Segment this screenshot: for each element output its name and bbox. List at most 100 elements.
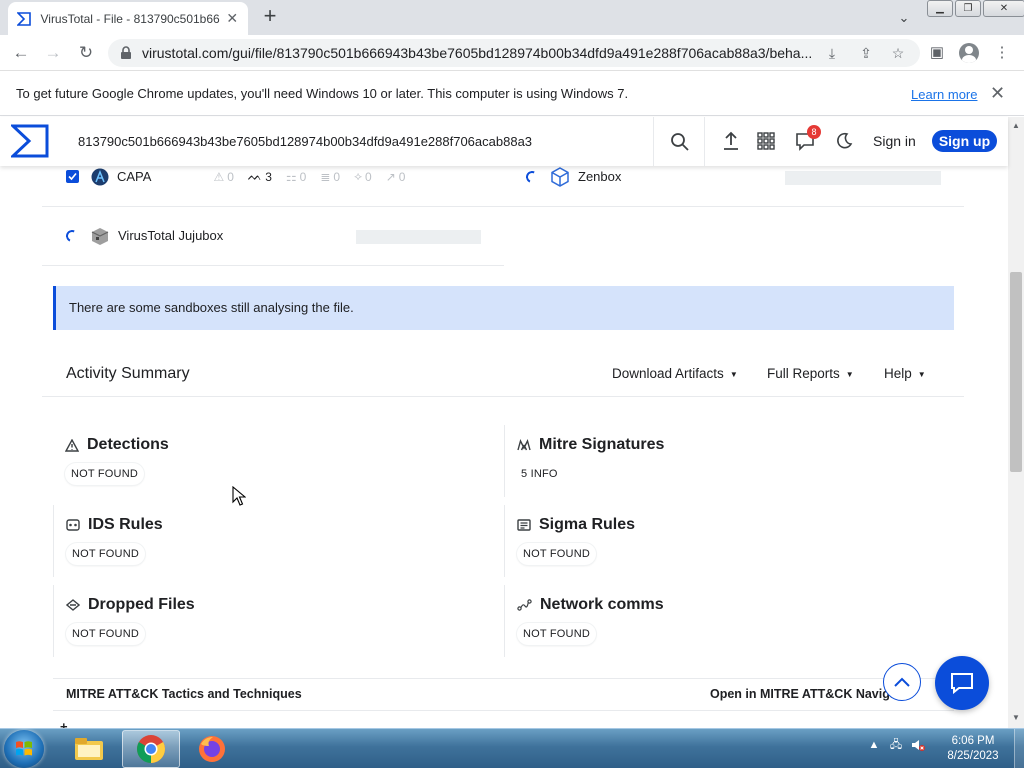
card-mitre-signatures[interactable]: Mitre Signatures 5 INFO [504,425,952,497]
back-arrow-icon[interactable]: ← [9,41,33,65]
tab-title: VirusTotal - File - 813790c501b66 [40,11,220,26]
scroll-to-top-button[interactable] [883,663,921,701]
sandbox-name: Zenbox [578,169,622,184]
sigma-icon [517,519,531,531]
taskbar-firefox[interactable] [183,730,241,768]
full-reports-dropdown[interactable]: Full Reports ▼ [767,366,854,381]
card-title: Mitre Signatures [539,436,665,453]
status-badge: NOT FOUND [517,543,596,565]
page-scrollbar[interactable]: ▲ ▼ [1008,117,1024,728]
show-desktop-button[interactable] [1014,729,1024,768]
sandbox-name: VirusTotal Jujubox [118,228,224,243]
upload-icon[interactable] [719,129,743,153]
notifications-icon[interactable]: 8 [793,125,821,153]
card-network-comms[interactable]: Network comms NOT FOUND [504,585,952,657]
reload-icon[interactable]: ↻ [74,41,98,65]
activity-summary-title: Activity Summary [66,365,190,382]
profile-avatar-icon[interactable] [957,41,981,65]
dropped-files-icon [66,599,80,611]
status-badge: NOT FOUND [517,623,596,645]
start-button[interactable] [4,730,44,768]
address-bar[interactable]: virustotal.com/gui/file/813790c501b66694… [108,39,920,67]
network-tray-icon[interactable]: 🖧 [888,737,904,753]
behavior-page-content: CAPA ⚠ 0 ᨓ3 ⚏ 0 ≣ 0 ⟡ 0 ↗ 0 Zenbox VirusTotal… [0,166,1008,728]
notification-count-badge: 8 [807,125,821,139]
tray-expand-arrow-icon[interactable]: ▲ [866,737,882,753]
tab-close-icon[interactable]: ✕ [225,10,240,27]
lock-icon[interactable] [120,46,134,60]
minimize-button[interactable]: ▁ [927,0,953,17]
mitre-section-title: MITRE ATT&CK Tactics and Techniques [66,687,302,701]
card-dropped-files[interactable]: Dropped Files NOT FOUND [53,585,501,657]
ids-icon: ⚏ [285,169,297,184]
dark-mode-moon-icon[interactable] [832,129,856,153]
firefox-icon [199,736,225,762]
sign-up-button[interactable]: Sign up [932,130,997,152]
search-icon[interactable] [655,117,705,166]
card-sigma-rules[interactable]: Sigma Rules NOT FOUND [504,505,952,577]
clock-time: 6:06 PM [951,735,995,747]
scroll-up-arrow-icon[interactable]: ▲ [1012,121,1020,130]
sandbox-analysing-notice: There are some sandboxes still analysing… [53,286,954,330]
share-icon[interactable]: ⇪ [858,45,874,61]
warning-icon [65,438,79,452]
loading-spinner-icon [524,168,540,185]
stat-mitre: ᨓ3 [247,169,272,184]
browser-tab-strip: VirusTotal - File - 813790c501b66 ✕ + ⌄ … [0,0,1024,35]
card-detections[interactable]: Detections NOT FOUND [53,432,501,502]
chrome-update-infobar: To get future Google Chrome updates, you… [0,72,1024,116]
clock-date: 8/25/2023 [947,750,999,762]
windows-taskbar: ▲ 🖧 6:06 PM 8/25/2023 [0,728,1024,768]
url-text[interactable]: virustotal.com/gui/file/813790c501b66694… [142,45,812,61]
forward-arrow-icon[interactable]: → [41,41,65,65]
help-dropdown[interactable]: Help ▼ [884,366,926,381]
restore-button[interactable]: ❐ [955,0,981,17]
tab-search-chevron-icon[interactable]: ⌄ [894,8,914,28]
taskbar-explorer[interactable] [60,730,118,768]
chrome-icon [137,735,165,763]
volume-muted-icon[interactable] [910,737,926,753]
scroll-down-arrow-icon[interactable]: ▼ [1012,713,1020,722]
caret-down-icon: ▼ [729,369,738,379]
stat-alerts: ⚠ 0 [213,169,234,184]
status-badge: NOT FOUND [66,623,145,645]
infobar-message: To get future Google Chrome updates, you… [16,86,629,101]
status-badge: NOT FOUND [65,463,144,485]
scrollbar-thumb[interactable] [1010,272,1022,472]
infobar-close-icon[interactable]: ✕ [990,83,1005,104]
chat-support-button[interactable] [935,656,989,710]
browser-toolbar: ← → ↻ virustotal.com/gui/file/813790c501… [0,35,1024,71]
install-app-icon[interactable]: ⤓ [824,45,840,61]
side-panel-icon[interactable]: ▣ [925,41,949,65]
hash-search-input[interactable]: 813790c501b666943b43be7605bd128974b00b34… [62,117,654,166]
new-tab-button[interactable]: + [258,4,282,28]
taskbar-clock[interactable]: 6:06 PM 8/25/2023 [938,734,1008,764]
card-title: Dropped Files [88,596,195,613]
browser-tab-virustotal[interactable]: VirusTotal - File - 813790c501b66 ✕ [8,2,248,35]
virustotal-logo-icon[interactable] [9,124,49,158]
network-icon [517,599,532,611]
download-artifacts-dropdown[interactable]: Download Artifacts ▼ [612,366,738,381]
card-ids-rules[interactable]: IDS Rules NOT FOUND [53,505,501,577]
open-mitre-navigator-link[interactable]: Open in MITRE ATT&CK Navigator [710,687,913,701]
sign-in-link[interactable]: Sign in [873,133,916,149]
learn-more-link[interactable]: Learn more [911,87,977,102]
chrome-menu-icon[interactable]: ⋮ [990,41,1014,65]
caret-down-icon: ▼ [917,369,926,379]
loading-placeholder [785,171,941,185]
windows-logo-icon [16,741,32,756]
sandbox-checkbox[interactable] [66,170,79,183]
sigma-icon: ≣ [320,169,331,184]
loading-placeholder [356,230,481,244]
warning-icon: ⚠ [213,169,225,184]
sandbox-row-capa[interactable]: CAPA ⚠ 0 ᨓ3 ⚏ 0 ≣ 0 ⟡ 0 ↗ 0 [66,166,506,206]
window-close-button[interactable]: ✕ [983,0,1024,17]
chat-bubble-icon [951,673,973,694]
jujubox-logo-icon [90,226,110,246]
sandbox-name: CAPA [117,169,152,184]
taskbar-chrome[interactable] [122,730,180,768]
folder-icon [75,738,103,760]
bookmark-star-icon[interactable]: ☆ [890,45,906,61]
card-title: Detections [87,436,169,453]
apps-grid-icon[interactable] [754,129,778,153]
